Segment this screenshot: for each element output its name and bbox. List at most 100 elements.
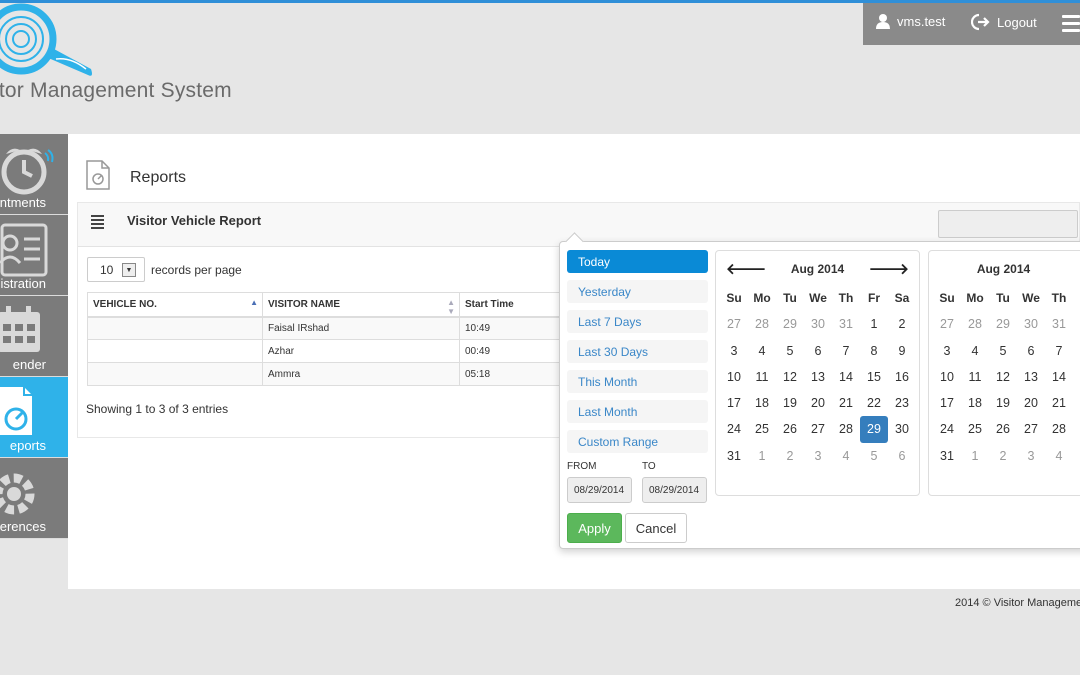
calendar-day[interactable]: 31: [832, 311, 860, 337]
calendar-day[interactable]: 7: [832, 338, 860, 364]
nav-item-preferences[interactable]: erences: [0, 458, 68, 539]
calendar-day[interactable]: 19: [989, 390, 1017, 416]
brand-logo[interactable]: itor Management System: [0, 3, 260, 123]
calendar-day[interactable]: 28: [1045, 416, 1073, 442]
to-date-input[interactable]: 08/29/2014: [642, 477, 707, 503]
calendar-day[interactable]: 29: [860, 416, 888, 443]
calendar-day[interactable]: 11: [748, 364, 776, 390]
from-date-input[interactable]: 08/29/2014: [567, 477, 632, 503]
calendar-day[interactable]: 15: [860, 364, 888, 390]
calendar-day[interactable]: 5: [860, 443, 888, 469]
range-last-30-days[interactable]: Last 30 Days: [567, 340, 708, 363]
calendar-day[interactable]: 5: [989, 338, 1017, 364]
column-header-vehicle-no[interactable]: VEHICLE NO. ▲: [87, 292, 263, 318]
calendar-day[interactable]: 31: [933, 443, 961, 469]
calendar-day[interactable]: 17: [720, 390, 748, 416]
calendar-day[interactable]: 2: [776, 443, 804, 469]
calendar-day[interactable]: 29: [989, 311, 1017, 337]
calendar-day[interactable]: 4: [1045, 443, 1073, 469]
calendar-day[interactable]: 4: [961, 338, 989, 364]
calendar-day[interactable]: 10: [720, 364, 748, 390]
cancel-button[interactable]: Cancel: [625, 513, 687, 543]
user-menu[interactable]: vms.test: [875, 13, 945, 29]
calendar-day[interactable]: 18: [961, 390, 989, 416]
hamburger-icon[interactable]: [1062, 15, 1080, 33]
calendar-day[interactable]: 10: [933, 364, 961, 390]
calendar-day[interactable]: 6: [804, 338, 832, 364]
calendar-day[interactable]: 13: [1017, 364, 1045, 390]
calendar-day[interactable]: 28: [832, 416, 860, 442]
calendar-day[interactable]: 23: [888, 390, 916, 416]
range-last-month[interactable]: Last Month: [567, 400, 708, 423]
calendar-day[interactable]: 22: [860, 390, 888, 416]
column-header-visitor-name[interactable]: VISITOR NAME ▲ ▼: [262, 292, 460, 318]
nav-item-reports[interactable]: eports: [0, 377, 68, 458]
range-yesterday[interactable]: Yesterday: [567, 280, 708, 303]
calendar-day[interactable]: 18: [748, 390, 776, 416]
calendar-day[interactable]: 31: [1045, 311, 1073, 337]
calendar-day[interactable]: 20: [1017, 390, 1045, 416]
calendar-day[interactable]: 26: [776, 416, 804, 442]
calendar-day[interactable]: 3: [720, 338, 748, 364]
calendar-day[interactable]: 6: [1017, 338, 1045, 364]
calendar-day[interactable]: 6: [888, 443, 916, 469]
calendar-day[interactable]: 2: [888, 311, 916, 337]
calendar-day[interactable]: 27: [804, 416, 832, 442]
calendar-day[interactable]: 30: [804, 311, 832, 337]
calendar-day[interactable]: 7: [1045, 338, 1073, 364]
range-custom[interactable]: Custom Range: [567, 430, 708, 453]
calendar-day[interactable]: 12: [776, 364, 804, 390]
calendar-week: 31 1 2 3 4 5 6: [720, 443, 916, 469]
document-chart-icon: [86, 160, 110, 190]
range-last-7-days[interactable]: Last 7 Days: [567, 310, 708, 333]
calendar-day[interactable]: 1: [748, 443, 776, 469]
column-header-start-time[interactable]: Start Time: [459, 292, 570, 318]
calendar-day[interactable]: 12: [989, 364, 1017, 390]
calendar-day[interactable]: 2: [989, 443, 1017, 469]
nav-item-calendar[interactable]: ender: [0, 296, 68, 377]
calendar-day[interactable]: 27: [1017, 416, 1045, 442]
calendar-day[interactable]: 14: [1045, 364, 1073, 390]
calendar-day[interactable]: 24: [933, 416, 961, 442]
calendar-day[interactable]: 5: [776, 338, 804, 364]
calendar-day[interactable]: 9: [888, 338, 916, 364]
calendar-day[interactable]: 3: [1017, 443, 1045, 469]
calendar-day[interactable]: 14: [832, 364, 860, 390]
calendar-day[interactable]: 26: [989, 416, 1017, 442]
calendar-day[interactable]: 20: [804, 390, 832, 416]
calendar-day[interactable]: 28: [748, 311, 776, 337]
calendar-day[interactable]: 30: [888, 416, 916, 442]
calendar-day[interactable]: 29: [776, 311, 804, 337]
calendar-day[interactable]: 25: [961, 416, 989, 442]
calendar-day[interactable]: 27: [933, 311, 961, 337]
calendar-day[interactable]: 11: [961, 364, 989, 390]
calendar-day[interactable]: 19: [776, 390, 804, 416]
calendar-day[interactable]: 30: [1017, 311, 1045, 337]
calendar-day[interactable]: 1: [961, 443, 989, 469]
nav-item-registration[interactable]: egistration: [0, 215, 68, 296]
calendar-day[interactable]: 4: [748, 338, 776, 364]
range-today[interactable]: Today: [567, 250, 708, 273]
date-range-input[interactable]: [938, 210, 1078, 238]
calendar-day[interactable]: 25: [748, 416, 776, 442]
calendar-day[interactable]: 31: [720, 443, 748, 469]
calendar-day[interactable]: 28: [961, 311, 989, 337]
calendar-day[interactable]: 24: [720, 416, 748, 442]
calendar-day[interactable]: 8: [860, 338, 888, 364]
calendar-day[interactable]: 16: [888, 364, 916, 390]
calendar-day[interactable]: 21: [1045, 390, 1073, 416]
calendar-day[interactable]: 27: [720, 311, 748, 337]
calendar-day[interactable]: 3: [804, 443, 832, 469]
nav-item-appointments[interactable]: intments: [0, 134, 68, 215]
calendar-day[interactable]: 4: [832, 443, 860, 469]
range-this-month[interactable]: This Month: [567, 370, 708, 393]
calendar-day[interactable]: 1: [860, 311, 888, 337]
calendar-day[interactable]: 17: [933, 390, 961, 416]
apply-button[interactable]: Apply: [567, 513, 622, 543]
calendar-day[interactable]: 13: [804, 364, 832, 390]
records-per-page-select[interactable]: 10 ▼: [87, 257, 145, 282]
calendar-day[interactable]: 3: [933, 338, 961, 364]
day-of-week: Mo: [966, 291, 984, 305]
calendar-day[interactable]: 21: [832, 390, 860, 416]
logout-button[interactable]: Logout: [971, 13, 1037, 31]
